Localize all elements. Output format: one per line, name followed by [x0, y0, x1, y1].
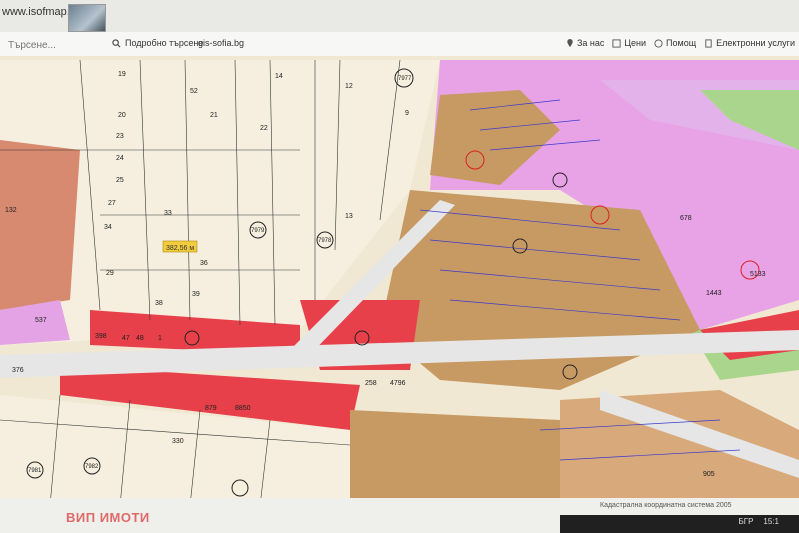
parcel-number: 39: [192, 291, 200, 298]
map-label: 376: [12, 367, 24, 374]
tag-icon: [612, 38, 621, 48]
parcel-number: 34: [104, 224, 112, 231]
circle-label: 7978: [318, 238, 332, 244]
map-label: 4796: [390, 380, 406, 387]
search-input[interactable]: [6, 36, 106, 54]
language-indicator[interactable]: БГР: [739, 517, 754, 526]
parcel-number: 14: [275, 73, 283, 80]
map-label: 879: [205, 405, 217, 412]
circle-label: 7977: [398, 76, 412, 82]
map-label: 678: [680, 215, 692, 222]
e-services-label: Електронни услуги: [716, 38, 795, 48]
map-label: 1443: [706, 290, 722, 297]
map-label: 537: [35, 317, 47, 324]
map-canvas[interactable]: 382,56 м 7977 7979 7978 7981 7982 19 52 …: [0, 56, 799, 506]
prices-button[interactable]: Цени: [612, 38, 646, 48]
parcel-number: 25: [116, 177, 124, 184]
title-bar: www.isofmap.bg: [0, 0, 799, 32]
about-button[interactable]: За нас: [566, 38, 604, 48]
map-label: 132: [5, 207, 17, 214]
map-label: 8850: [235, 405, 251, 412]
toolbar: За нас Цени Помощ Електронни услуги: [566, 38, 795, 48]
coordinate-system-label: Кадастрална координатна система 2005: [600, 502, 732, 509]
help-label: Помощ: [666, 38, 697, 48]
taskbar: БГР 15:1: [560, 515, 799, 533]
parcel-number: 38: [155, 300, 163, 307]
watermark: ВИП ИМОТИ: [66, 510, 150, 525]
circle-label: 7979: [251, 228, 265, 234]
parcel-number: 47: [122, 335, 130, 342]
search-bar: Подробно търсене gis-sofia.bg За нас Цен…: [0, 32, 799, 57]
search-icon: [112, 38, 121, 47]
parcel-number: 12: [345, 83, 353, 90]
cadastral-map[interactable]: 382,56 м 7977 7979 7978 7981 7982 19 52 …: [0, 56, 799, 506]
clock[interactable]: 15:1: [763, 517, 779, 526]
help-icon: [654, 38, 663, 48]
help-button[interactable]: Помощ: [654, 38, 696, 48]
pin-icon: [567, 38, 573, 47]
map-label: 258: [365, 380, 377, 387]
parcel-number: 36: [200, 260, 208, 267]
area-highlight-label: 382,56 м: [166, 245, 194, 252]
parcel-number: 21: [210, 112, 218, 119]
parcel-number: 27: [108, 200, 116, 207]
map-label: 905: [703, 471, 715, 478]
document-icon: [705, 38, 712, 48]
screen: www.isofmap.bg Подробно търсене gis-sofi…: [0, 0, 799, 533]
map-label: 330: [172, 438, 184, 445]
parcel-number: 48: [136, 335, 144, 342]
e-services-button[interactable]: Електронни услуги: [704, 38, 795, 48]
parcel-number: 22: [260, 125, 268, 132]
site-link[interactable]: gis-sofia.bg: [198, 38, 244, 48]
parcel-number: 1: [158, 335, 162, 342]
circle-label: 7982: [85, 464, 99, 470]
about-label: За нас: [576, 38, 605, 48]
parcel-number: 20: [118, 112, 126, 119]
parcel-number: 29: [106, 270, 114, 277]
parcel-number: 23: [116, 133, 124, 140]
parcel-number: 52: [190, 88, 198, 95]
parcel-number: 9: [405, 110, 409, 117]
system-tray: БГР 15:1: [739, 517, 780, 526]
advanced-search-link[interactable]: Подробно търсене: [112, 38, 203, 48]
parcel-number: 33: [164, 210, 172, 217]
logo-thumbnail[interactable]: [68, 4, 106, 32]
parcel-number: 24: [116, 155, 124, 162]
parcel-number: 19: [118, 71, 126, 78]
map-label: 5133: [750, 271, 766, 278]
prices-label: Цени: [624, 38, 647, 48]
circle-label: 7981: [28, 468, 42, 474]
advanced-search-label: Подробно търсене: [125, 38, 204, 48]
parcel-number: 13: [345, 213, 353, 220]
map-label: 398: [95, 333, 107, 340]
